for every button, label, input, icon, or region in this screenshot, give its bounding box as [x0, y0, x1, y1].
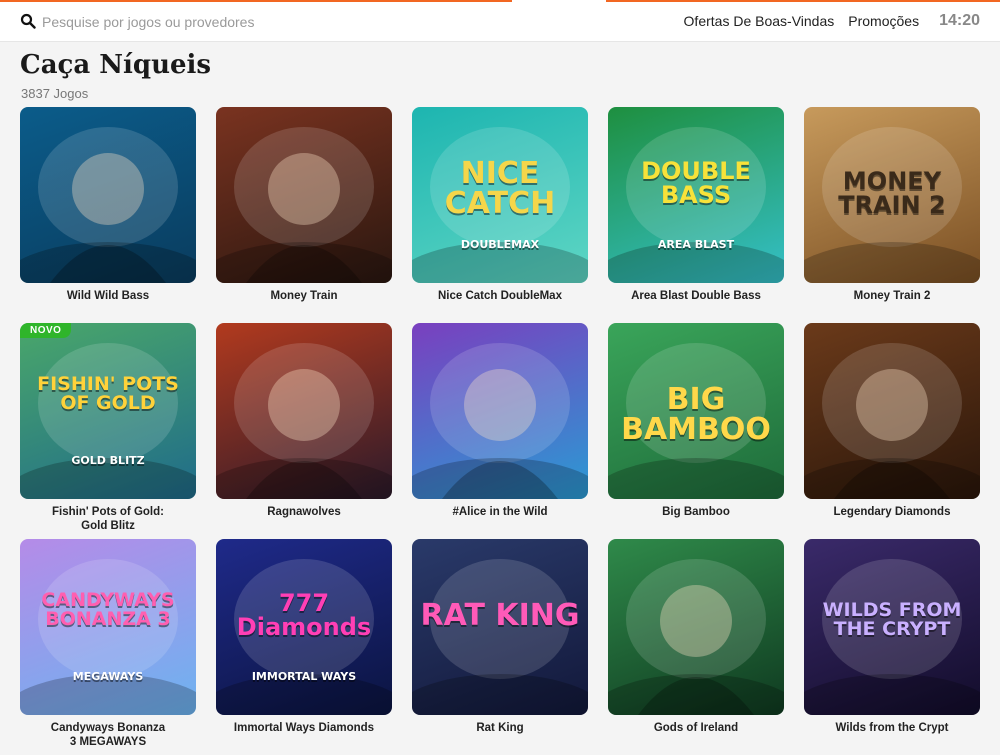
- game-title[interactable]: Money Train 2: [804, 289, 980, 303]
- game-thumbnail[interactable]: [216, 323, 392, 499]
- game-logo: NICE CATCH: [444, 156, 556, 221]
- game-card[interactable]: DOUBLE BASS AREA BLAST Area Blast Double B…: [608, 107, 784, 323]
- game-logo: DOUBLE BASS: [641, 157, 751, 209]
- game-title[interactable]: Fishin' Pots of Gold: Gold Blitz: [20, 505, 196, 533]
- game-count: 3837 Jogos: [21, 86, 89, 101]
- game-title[interactable]: Legendary Diamonds: [804, 505, 980, 519]
- game-thumbnail[interactable]: MONEY TRAIN 2: [804, 107, 980, 283]
- game-artwork: [608, 559, 784, 715]
- header-nav: Ofertas De Boas-Vindas Promoções 14:20: [684, 12, 980, 30]
- game-thumbnail[interactable]: [608, 539, 784, 715]
- game-logo: FISHIN' POTS OF GOLD: [37, 373, 179, 414]
- game-card[interactable]: BIG BAMBOO Big Bamboo: [608, 323, 784, 539]
- game-card[interactable]: Legendary Diamonds: [804, 323, 980, 539]
- game-artwork: [804, 343, 980, 499]
- games-grid: Wild Wild Bass Money Train NICE CATCH DOUBL…: [20, 107, 980, 755]
- game-card[interactable]: FISHIN' POTS OF GOLD GOLD BLITZ NOVO Fishin…: [20, 323, 196, 539]
- game-title[interactable]: Ragnawolves: [216, 505, 392, 519]
- game-logo-subtitle: GOLD BLITZ: [71, 454, 145, 467]
- game-card[interactable]: WILDS FROM THE CRYPT Wilds from the Crypt: [804, 539, 980, 755]
- game-artwork: [216, 343, 392, 499]
- game-title[interactable]: Rat King: [412, 721, 588, 735]
- game-thumbnail[interactable]: 777 Diamonds IMMORTAL WAYS: [216, 539, 392, 715]
- game-logo-subtitle: AREA BLAST: [657, 238, 735, 251]
- game-card[interactable]: #Alice in the Wild: [412, 323, 588, 539]
- game-thumbnail[interactable]: CANDYWAYS BONANZA 3 MEGAWAYS: [20, 539, 196, 715]
- game-logo-subtitle: DOUBLEMAX: [460, 238, 540, 251]
- game-thumbnail[interactable]: RAT KING: [412, 539, 588, 715]
- nav-link-promotions[interactable]: Promoções: [848, 13, 919, 29]
- game-title[interactable]: Wilds from the Crypt: [804, 721, 980, 735]
- top-accent-line-left: [0, 0, 512, 2]
- nav-link-welcome-offers[interactable]: Ofertas De Boas-Vindas: [684, 13, 835, 29]
- game-title[interactable]: Big Bamboo: [608, 505, 784, 519]
- game-logo: BIG BAMBOO: [621, 382, 771, 447]
- game-logo-subtitle: IMMORTAL WAYS: [251, 670, 357, 683]
- game-thumbnail[interactable]: [216, 107, 392, 283]
- game-thumbnail[interactable]: BIG BAMBOO: [608, 323, 784, 499]
- game-card[interactable]: MONEY TRAIN 2 Money Train 2: [804, 107, 980, 323]
- game-title[interactable]: #Alice in the Wild: [412, 505, 588, 519]
- game-artwork: [20, 127, 196, 283]
- game-card[interactable]: RAT KING Rat King: [412, 539, 588, 755]
- top-bar: Ofertas De Boas-Vindas Promoções 14:20: [0, 0, 1000, 42]
- game-thumbnail[interactable]: [20, 107, 196, 283]
- game-logo: RAT KING: [420, 598, 580, 633]
- game-title[interactable]: Area Blast Double Bass: [608, 289, 784, 303]
- clock: 14:20: [939, 12, 980, 29]
- game-title[interactable]: Wild Wild Bass: [20, 289, 196, 303]
- game-card[interactable]: Ragnawolves: [216, 323, 392, 539]
- game-title[interactable]: Candyways Bonanza 3 MEGAWAYS: [20, 721, 196, 749]
- game-thumbnail[interactable]: [804, 323, 980, 499]
- page-title: Caça Níqueis: [20, 50, 212, 80]
- game-title[interactable]: Immortal Ways Diamonds: [216, 721, 392, 735]
- game-card[interactable]: Gods of Ireland: [608, 539, 784, 755]
- game-card[interactable]: Money Train: [216, 107, 392, 323]
- new-badge: NOVO: [20, 323, 72, 338]
- game-logo: MONEY TRAIN 2: [838, 167, 946, 219]
- game-logo: 777 Diamonds: [236, 589, 372, 641]
- game-title[interactable]: Nice Catch DoubleMax: [412, 289, 588, 303]
- game-artwork: [216, 127, 392, 283]
- game-logo-subtitle: MEGAWAYS: [72, 670, 144, 683]
- top-accent-line-right: [606, 0, 1000, 2]
- game-thumbnail[interactable]: NICE CATCH DOUBLEMAX: [412, 107, 588, 283]
- game-title[interactable]: Money Train: [216, 289, 392, 303]
- game-title[interactable]: Gods of Ireland: [608, 721, 784, 735]
- game-thumbnail[interactable]: FISHIN' POTS OF GOLD GOLD BLITZ NOVO: [20, 323, 196, 499]
- search-icon[interactable]: [20, 13, 36, 29]
- game-logo: WILDS FROM THE CRYPT: [822, 599, 962, 640]
- game-thumbnail[interactable]: [412, 323, 588, 499]
- game-card[interactable]: NICE CATCH DOUBLEMAX Nice Catch DoubleMax: [412, 107, 588, 323]
- game-logo: CANDYWAYS BONANZA 3: [41, 589, 175, 630]
- search-input[interactable]: [40, 10, 484, 34]
- game-card[interactable]: CANDYWAYS BONANZA 3 MEGAWAYS Candyways Bon…: [20, 539, 196, 755]
- game-card[interactable]: 777 Diamonds IMMORTAL WAYS Immortal Ways D…: [216, 539, 392, 755]
- game-thumbnail[interactable]: WILDS FROM THE CRYPT: [804, 539, 980, 715]
- game-thumbnail[interactable]: DOUBLE BASS AREA BLAST: [608, 107, 784, 283]
- game-artwork: [412, 343, 588, 499]
- game-card[interactable]: Wild Wild Bass: [20, 107, 196, 323]
